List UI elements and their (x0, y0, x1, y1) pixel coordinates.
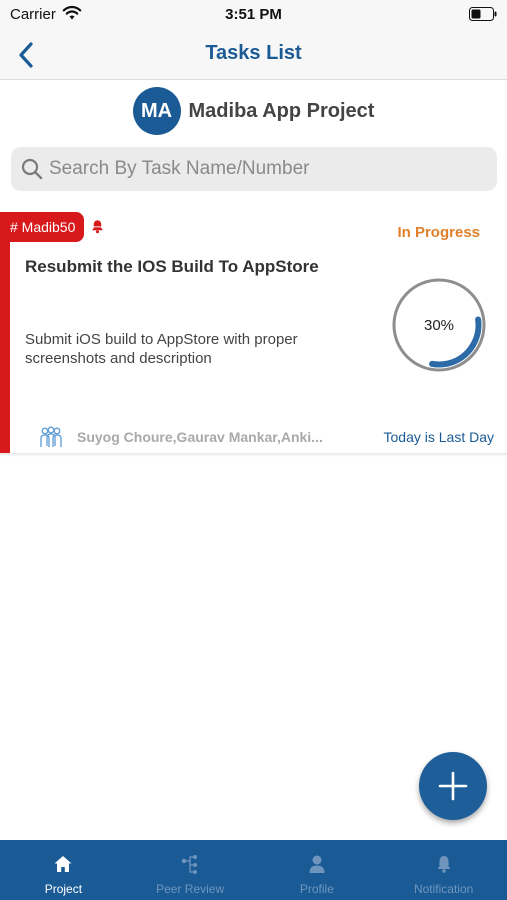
tab-peer-review[interactable]: Peer Review (127, 840, 254, 900)
task-number-tag: # Madib50 (0, 212, 85, 242)
tab-label: Project (44, 882, 83, 896)
tab-profile[interactable]: Profile (254, 840, 381, 900)
nav-bar: Tasks List (0, 30, 507, 80)
search-input[interactable] (49, 158, 469, 180)
priority-stripe (0, 212, 10, 454)
status-bar: Carrier 3:51 PM (0, 0, 507, 30)
search-icon (21, 158, 43, 180)
card-divider (0, 453, 507, 457)
tab-project[interactable]: Project (0, 840, 127, 900)
battery-icon (469, 7, 497, 21)
screen: Carrier 3:51 PM Tasks List MA Madiba App… (0, 0, 507, 900)
progress-percent: 30% (423, 316, 455, 334)
add-task-button[interactable] (419, 752, 487, 820)
profile-icon (309, 855, 325, 873)
task-description: Submit iOS build to AppStore with proper… (25, 331, 298, 367)
assignee-names: Suyog Choure,Gaurav Mankar,Anki... (77, 429, 323, 445)
task-card[interactable]: # Madib50 In Progress Resubmit the IOS B… (0, 212, 507, 454)
people-icon (40, 426, 62, 447)
task-status: In Progress (397, 224, 480, 241)
tab-label: Profile (299, 882, 334, 896)
search-bar[interactable] (11, 147, 497, 191)
project-avatar: MA (132, 87, 181, 135)
tab-label: Notification (413, 882, 474, 896)
home-icon (54, 856, 72, 872)
tab-notification[interactable]: Notification (380, 840, 507, 900)
tab-label: Peer Review (156, 882, 225, 896)
bell-icon (437, 856, 451, 873)
tab-bar: Project Peer Review Profile Notification (0, 840, 507, 900)
plus-icon (438, 771, 468, 801)
bell-icon (92, 220, 103, 234)
page-title: Tasks List (205, 42, 302, 64)
clock: 3:51 PM (225, 6, 282, 23)
task-title: Resubmit the IOS Build To AppStore (25, 257, 319, 276)
due-date-label: Today is Last Day (383, 429, 495, 445)
peer-review-icon (181, 855, 198, 874)
project-header: MA Madiba App Project (0, 86, 507, 136)
project-name: Madiba App Project (188, 99, 375, 122)
